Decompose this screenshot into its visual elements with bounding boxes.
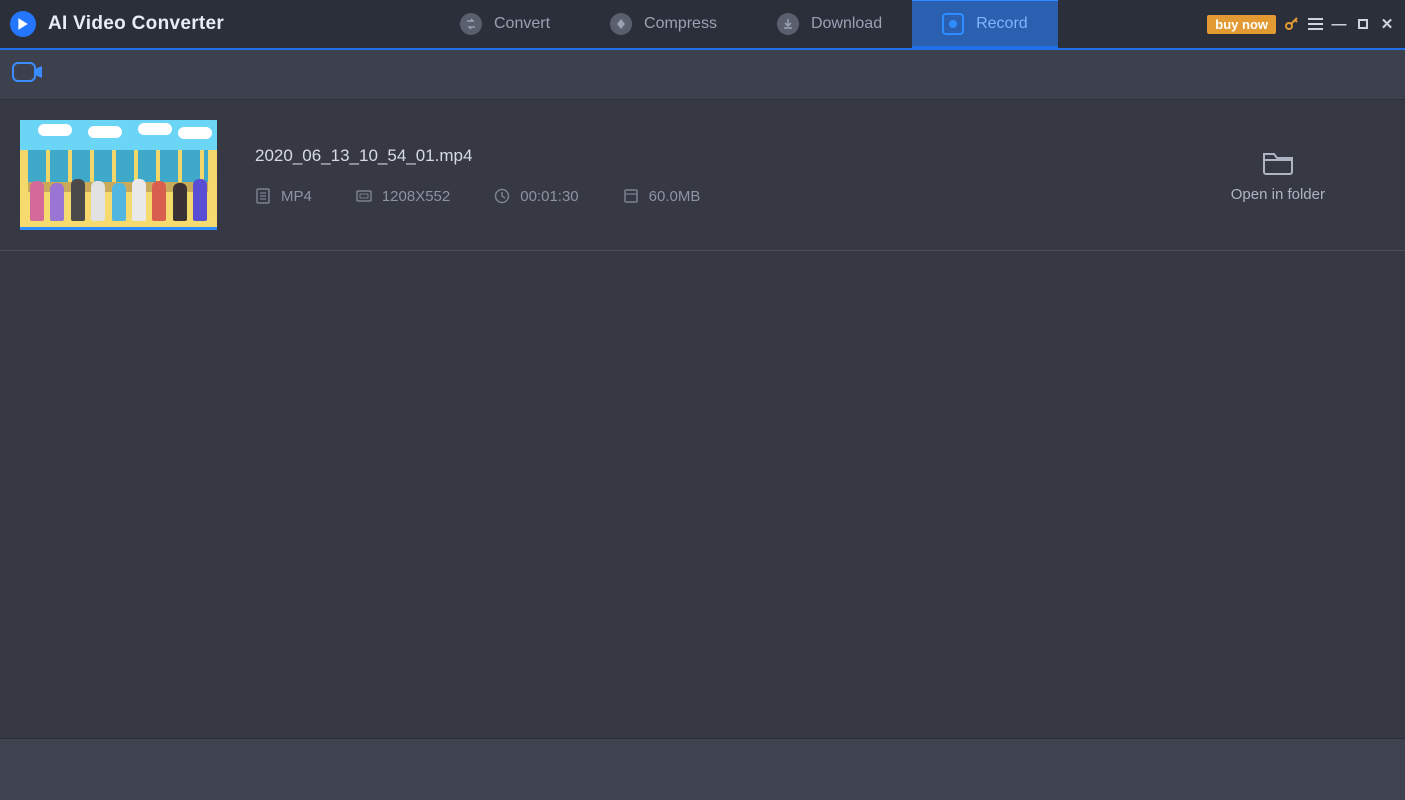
close-button[interactable]: ✕ <box>1379 15 1395 33</box>
maximize-button[interactable] <box>1355 16 1371 33</box>
content-area: 2020_06_13_10_54_01.mp4 MP4 1208X552 00:… <box>0 100 1405 738</box>
menu-icon[interactable] <box>1308 18 1323 30</box>
file-icon <box>255 188 271 204</box>
file-name: 2020_06_13_10_54_01.mp4 <box>255 146 1231 166</box>
meta-duration-value: 00:01:30 <box>520 188 578 205</box>
tab-convert[interactable]: Convert <box>430 0 580 48</box>
folder-icon <box>1261 148 1295 176</box>
meta-resolution-value: 1208X552 <box>382 188 450 205</box>
meta-resolution: 1208X552 <box>356 188 450 205</box>
convert-icon <box>460 13 482 35</box>
resolution-icon <box>356 188 372 204</box>
download-icon <box>777 13 799 35</box>
open-in-folder-button[interactable]: Open in folder <box>1231 148 1385 203</box>
meta-format-value: MP4 <box>281 188 312 205</box>
meta-duration: 00:01:30 <box>494 188 578 205</box>
tab-download[interactable]: Download <box>747 0 912 48</box>
tab-record-label: Record <box>976 15 1028 33</box>
app-logo-icon <box>10 11 36 37</box>
tab-compress-label: Compress <box>644 15 717 33</box>
open-in-folder-label: Open in folder <box>1231 186 1325 203</box>
compress-icon <box>610 13 632 35</box>
titlebar: AI Video Converter Convert Compress Down… <box>0 0 1405 50</box>
record-icon <box>942 13 964 35</box>
tab-compress[interactable]: Compress <box>580 0 747 48</box>
clock-icon <box>494 188 510 204</box>
main-nav: Convert Compress Download Record <box>430 0 1058 48</box>
toolbar <box>0 50 1405 100</box>
tab-record[interactable]: Record <box>912 0 1058 48</box>
file-meta: MP4 1208X552 00:01:30 60.0MB <box>255 188 1231 205</box>
footer <box>0 738 1405 800</box>
meta-size-value: 60.0MB <box>649 188 701 205</box>
video-thumbnail[interactable] <box>20 120 217 230</box>
meta-format: MP4 <box>255 188 312 205</box>
logo-block: AI Video Converter <box>0 11 260 37</box>
key-icon[interactable] <box>1284 15 1300 34</box>
meta-size: 60.0MB <box>623 188 701 205</box>
file-row[interactable]: 2020_06_13_10_54_01.mp4 MP4 1208X552 00:… <box>0 100 1405 251</box>
size-icon <box>623 188 639 204</box>
tab-convert-label: Convert <box>494 15 550 33</box>
tab-download-label: Download <box>811 15 882 33</box>
minimize-button[interactable]: — <box>1331 16 1347 33</box>
camera-record-icon[interactable] <box>12 60 44 89</box>
app-title: AI Video Converter <box>48 13 224 35</box>
window-controls: buy now — ✕ <box>1207 15 1405 34</box>
file-info: 2020_06_13_10_54_01.mp4 MP4 1208X552 00:… <box>255 146 1231 205</box>
buy-now-button[interactable]: buy now <box>1207 15 1276 34</box>
